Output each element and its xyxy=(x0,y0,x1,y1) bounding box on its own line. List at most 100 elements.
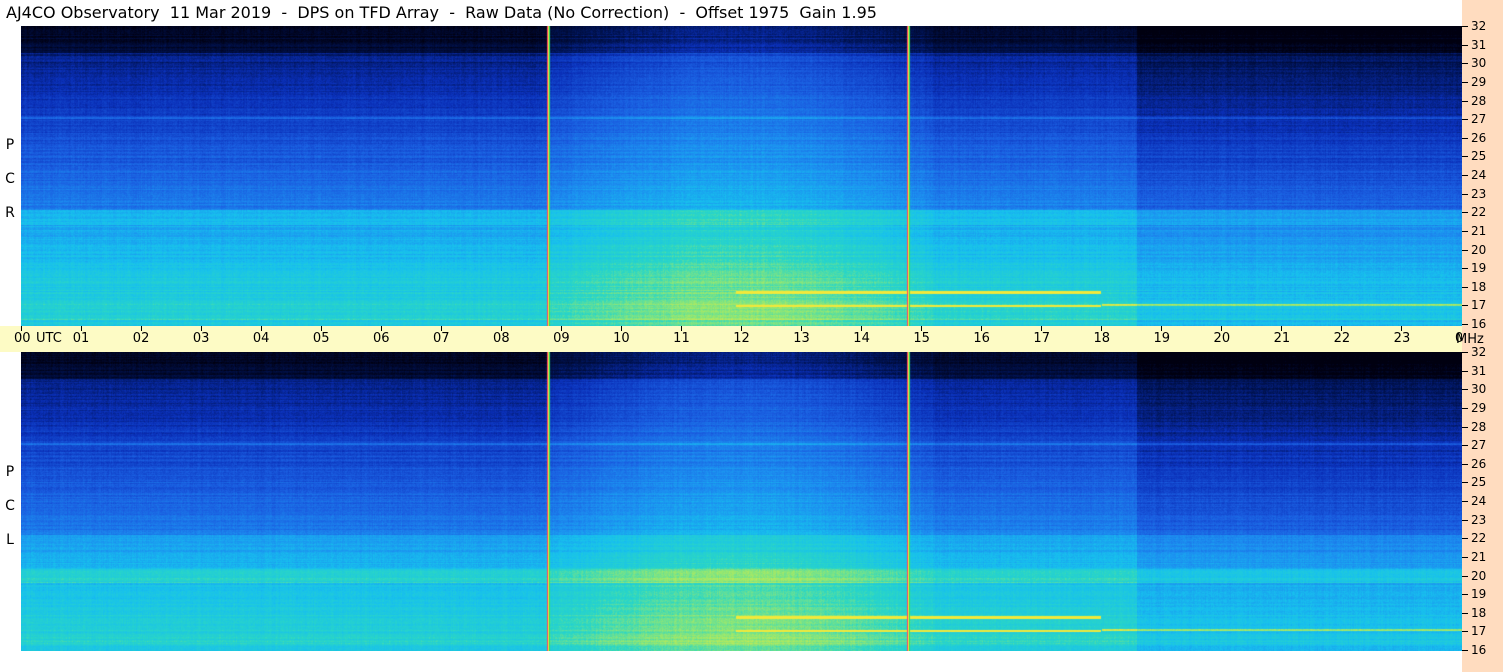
mhz-tick-mark xyxy=(1462,501,1468,502)
mhz-tick-label: 18 xyxy=(1471,606,1487,620)
mhz-tick-mark xyxy=(1462,613,1468,614)
utc-tick-label: 22 xyxy=(1333,331,1351,346)
mhz-tick-mark xyxy=(1462,26,1468,27)
mhz-tick-mark xyxy=(1462,352,1468,353)
mhz-tick-label: 29 xyxy=(1471,401,1487,415)
mhz-tick-mark xyxy=(1462,45,1468,46)
mhz-tick-label: 16 xyxy=(1471,317,1487,331)
mhz-tick-label: 26 xyxy=(1471,457,1487,471)
mhz-tick-mark xyxy=(1462,576,1468,577)
mhz-tick-label: 17 xyxy=(1471,624,1487,638)
mhz-tick-label: 30 xyxy=(1471,382,1487,396)
utc-tick-label: 18 xyxy=(1093,331,1111,346)
utc-tick-label: 23 xyxy=(1393,331,1411,346)
lcp-label: P C L xyxy=(2,455,18,557)
utc-tick-label: 11 xyxy=(673,331,690,346)
mhz-tick-mark xyxy=(1462,119,1468,120)
mhz-tick-label: 23 xyxy=(1471,513,1487,527)
mhz-tick-mark xyxy=(1462,175,1468,176)
rcp-letter-r: P xyxy=(5,137,15,153)
utc-tick-label: 08 xyxy=(493,331,510,346)
mhz-tick-label: 16 xyxy=(1471,643,1487,657)
rcp-letter-c: C xyxy=(5,171,15,187)
mhz-unit-label: MHz xyxy=(1456,332,1484,347)
utc-tick-label: 13 xyxy=(793,331,810,346)
utc-tick-label: 19 xyxy=(1153,331,1171,346)
mhz-tick-label: 26 xyxy=(1471,131,1487,145)
utc-tick-label: 12 xyxy=(733,331,750,346)
utc-tick-label: 17 xyxy=(1033,331,1050,346)
mhz-tick-mark xyxy=(1462,445,1468,446)
mhz-tick-label: 31 xyxy=(1471,38,1487,52)
mhz-tick-label: 30 xyxy=(1471,56,1487,70)
mhz-tick-mark xyxy=(1462,63,1468,64)
mhz-tick-mark xyxy=(1462,594,1468,595)
mhz-tick-mark xyxy=(1462,538,1468,539)
mhz-tick-mark xyxy=(1462,156,1468,157)
mhz-tick-mark xyxy=(1462,287,1468,288)
mhz-tick-mark xyxy=(1462,389,1468,390)
mhz-tick-mark xyxy=(1462,408,1468,409)
mhz-tick-label: 21 xyxy=(1471,550,1487,564)
mhz-tick-label: 25 xyxy=(1471,149,1487,163)
rcp-label: P C R xyxy=(2,128,18,230)
mhz-tick-mark xyxy=(1462,194,1468,195)
mhz-tick-mark xyxy=(1462,138,1468,139)
utc-tick-label: 05 xyxy=(312,331,330,346)
mhz-tick-mark xyxy=(1462,427,1468,428)
mhz-tick-mark xyxy=(1462,231,1468,232)
mhz-tick-label: 20 xyxy=(1471,243,1487,257)
mhz-tick-label: 18 xyxy=(1471,280,1487,294)
rcp-spectrogram xyxy=(21,26,1462,326)
mhz-tick-label: 22 xyxy=(1471,205,1487,219)
mhz-tick-label: 27 xyxy=(1471,438,1487,452)
utc-tick-label: 01 xyxy=(72,331,90,346)
mhz-tick-mark xyxy=(1462,324,1468,325)
utc-tick-label: 02 xyxy=(132,331,150,346)
mhz-tick-label: 19 xyxy=(1471,587,1487,601)
utc-tick-label: 20 xyxy=(1213,331,1231,346)
mhz-tick-label: 17 xyxy=(1471,298,1487,312)
mhz-tick-mark xyxy=(1462,520,1468,521)
mhz-tick-mark xyxy=(1462,482,1468,483)
utc-unit-label: UTC xyxy=(36,331,62,346)
utc-tick-label: 00 xyxy=(14,331,31,346)
mhz-tick-label: 27 xyxy=(1471,112,1487,126)
mhz-tick-label: 32 xyxy=(1471,345,1487,359)
utc-tick-label: 03 xyxy=(192,331,210,346)
utc-axis: 00 01 02 03 04 05 06 07 08 09 10 11 12 13 14 15 16 17 18 19… xyxy=(0,326,1503,352)
utc-tick-label: 21 xyxy=(1273,331,1291,346)
mhz-tick-label: 23 xyxy=(1471,187,1487,201)
mhz-axis: 16 17 18 19 20 21 22 23 24 25 26 27 28 29 30 31 32 16 17 18… xyxy=(1456,0,1503,672)
mhz-tick-mark xyxy=(1462,464,1468,465)
mhz-tick-label: 28 xyxy=(1471,420,1487,434)
utc-tick-label: 04 xyxy=(252,331,270,346)
mhz-tick-mark xyxy=(1462,650,1468,651)
mhz-tick-label: 21 xyxy=(1471,224,1487,238)
mhz-tick-label: 29 xyxy=(1471,75,1487,89)
chart-title: AJ4CO Observatory 11 Mar 2019 - DPS on T… xyxy=(6,3,877,22)
lcp-letter-l: P xyxy=(5,464,15,480)
utc-tick-label: 15 xyxy=(913,331,930,346)
lcp-spectrogram xyxy=(21,352,1462,651)
mhz-tick-mark xyxy=(1462,82,1468,83)
utc-tick-label: 07 xyxy=(433,331,450,346)
utc-tick-label: 06 xyxy=(372,331,390,346)
utc-tick-label: 10 xyxy=(613,331,630,346)
lcp-letter-c: C xyxy=(5,498,15,514)
lcp-letter-p: L xyxy=(6,532,14,548)
mhz-tick-mark xyxy=(1462,371,1468,372)
mhz-tick-label: 24 xyxy=(1471,494,1487,508)
mhz-tick-label: 28 xyxy=(1471,94,1487,108)
mhz-tick-mark xyxy=(1462,305,1468,306)
mhz-tick-mark xyxy=(1462,557,1468,558)
rcp-letter-p: R xyxy=(5,205,15,221)
mhz-tick-mark xyxy=(1462,250,1468,251)
mhz-tick-mark xyxy=(1462,268,1468,269)
mhz-tick-label: 20 xyxy=(1471,569,1487,583)
mhz-tick-label: 32 xyxy=(1471,19,1487,33)
mhz-tick-label: 31 xyxy=(1471,364,1487,378)
mhz-tick-mark xyxy=(1462,212,1468,213)
mhz-tick-label: 24 xyxy=(1471,168,1487,182)
utc-tick-label: 14 xyxy=(853,331,870,346)
